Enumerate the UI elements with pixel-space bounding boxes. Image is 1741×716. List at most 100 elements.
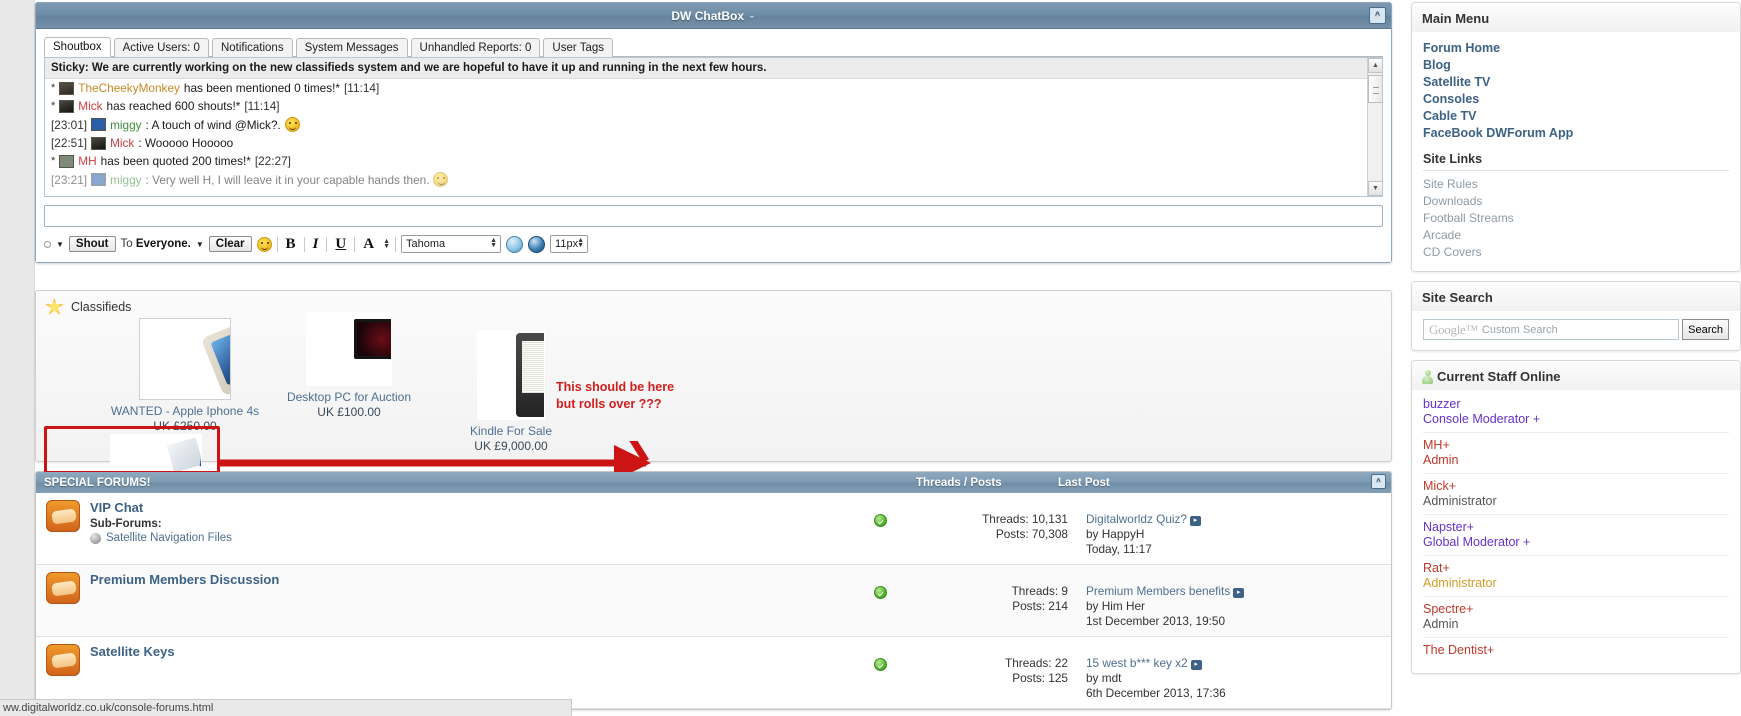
list-item[interactable]: Rat+ Administrator: [1423, 556, 1729, 597]
search-button[interactable]: Search: [1682, 319, 1729, 340]
product-thumbnail[interactable]: [477, 330, 545, 420]
list-item[interactable]: Spectre+ Admin: [1423, 597, 1729, 638]
scrollbar-thumb[interactable]: [1368, 75, 1382, 103]
staff-name[interactable]: MH+: [1423, 438, 1729, 453]
staff-name[interactable]: buzzer: [1423, 397, 1729, 412]
shout-username[interactable]: Mick: [110, 136, 134, 150]
avatar[interactable]: [59, 81, 75, 95]
staff-name[interactable]: Spectre+: [1423, 602, 1729, 617]
goto-last-post-icon[interactable]: ▸: [1233, 588, 1245, 598]
shout-username[interactable]: MH: [78, 154, 96, 168]
shout-username[interactable]: miggy: [110, 173, 141, 187]
staff-role: Administrator: [1423, 494, 1497, 508]
classified-name[interactable]: WANTED - Apple Iphone 4s: [100, 404, 270, 419]
forum-name[interactable]: Satellite Keys: [90, 644, 850, 659]
italic-button[interactable]: I: [310, 236, 322, 253]
sidebar-item-consoles[interactable]: Consoles: [1423, 91, 1729, 108]
sidebar-item-football-streams[interactable]: Football Streams: [1423, 210, 1729, 227]
sidebar-item-facebook-app[interactable]: FaceBook DWForum App: [1423, 125, 1729, 142]
product-thumbnail[interactable]: [306, 312, 392, 386]
tab-system-messages[interactable]: System Messages: [295, 38, 408, 57]
tab-active-users[interactable]: Active Users: 0: [113, 38, 209, 57]
sidebar-item-site-rules[interactable]: Site Rules: [1423, 176, 1729, 193]
status-dot-icon[interactable]: [44, 240, 51, 248]
staff-name[interactable]: Napster+: [1423, 520, 1729, 535]
shout-text: : Wooooo Hooooo: [138, 136, 234, 150]
shout-username[interactable]: Mick: [78, 99, 102, 113]
shout-input[interactable]: [44, 205, 1383, 227]
check-circle-icon: [873, 514, 887, 527]
avatar[interactable]: [59, 99, 75, 113]
list-item[interactable]: Napster+ Global Moderator +: [1423, 515, 1729, 556]
goto-last-post-icon[interactable]: ▸: [1190, 660, 1202, 670]
shout-timestamp: [11:14]: [244, 99, 280, 113]
to-target[interactable]: Everyone.: [136, 238, 191, 250]
sidebar-item-cd-covers[interactable]: CD Covers: [1423, 244, 1729, 261]
tab-notifications[interactable]: Notifications: [211, 38, 293, 57]
shout-username[interactable]: miggy: [110, 118, 141, 132]
tab-unhandled-reports[interactable]: Unhandled Reports: 0: [410, 38, 541, 57]
sidebar-item-forum-home[interactable]: Forum Home: [1423, 40, 1729, 57]
shout-button[interactable]: Shout: [68, 236, 116, 252]
insert-link-icon[interactable]: [506, 235, 524, 253]
list-item[interactable]: buzzer Console Moderator +: [1423, 392, 1729, 433]
insert-media-icon[interactable]: [528, 235, 546, 253]
chevron-down-icon[interactable]: ▼: [56, 240, 64, 249]
list-item[interactable]: The Dentist+: [1423, 638, 1729, 663]
subforum-name[interactable]: Satellite Navigation Files: [106, 532, 232, 544]
last-post-title[interactable]: Digitalworldz Quiz?: [1086, 512, 1187, 526]
subforum-item[interactable]: Satellite Navigation Files: [90, 532, 850, 544]
staff-name[interactable]: Rat+: [1423, 561, 1729, 576]
bold-button[interactable]: B: [283, 236, 299, 253]
font-size-select[interactable]: 11px ▲ ▼: [550, 235, 589, 253]
staff-name[interactable]: Mick+: [1423, 479, 1729, 494]
shout-username[interactable]: TheCheekyMonkey: [78, 81, 180, 95]
avatar[interactable]: [91, 118, 107, 131]
forum-name[interactable]: VIP Chat: [90, 500, 850, 515]
emoticon-icon[interactable]: [256, 236, 272, 252]
forum-name[interactable]: Premium Members Discussion: [90, 572, 850, 587]
chevron-down-icon[interactable]: ▼: [196, 240, 204, 249]
avatar[interactable]: [91, 136, 107, 150]
staff-name[interactable]: The Dentist+: [1423, 643, 1729, 658]
search-input[interactable]: Google™ Custom Search: [1423, 319, 1680, 340]
chevron-down-icon[interactable]: ⌄: [748, 10, 756, 21]
avatar[interactable]: [91, 173, 107, 186]
list-item[interactable]: MH+ Admin: [1423, 433, 1729, 474]
table-row[interactable]: VIP Chat Sub-Forums: Satellite Navigatio…: [36, 493, 1391, 565]
sidebar-item-blog[interactable]: Blog: [1423, 57, 1729, 74]
last-post-title[interactable]: 15 west b*** key x2: [1086, 656, 1188, 670]
sidebar-item-arcade[interactable]: Arcade: [1423, 227, 1729, 244]
underline-button[interactable]: U: [332, 236, 349, 253]
clear-button[interactable]: Clear: [208, 236, 252, 252]
scroll-down-icon[interactable]: ▼: [1368, 181, 1382, 196]
scroll-up-icon[interactable]: ▲: [1368, 58, 1382, 73]
avatar[interactable]: [59, 154, 75, 168]
sidebar-item-satellite-tv[interactable]: Satellite TV: [1423, 74, 1729, 91]
list-item[interactable]: Mick+ Administrator: [1423, 474, 1729, 515]
classified-name[interactable]: Desktop PC for Auction: [264, 390, 434, 405]
text-color-button[interactable]: A: [360, 236, 377, 253]
color-stepper-icon[interactable]: ▲ ▼: [383, 238, 390, 250]
goto-last-post-icon[interactable]: ▸: [1189, 516, 1201, 526]
product-thumbnail[interactable]: [139, 318, 231, 400]
collapse-icon[interactable]: ^: [1369, 7, 1386, 24]
tab-shoutbox[interactable]: Shoutbox: [44, 37, 111, 57]
collapse-icon[interactable]: ^: [1371, 474, 1386, 489]
classified-item[interactable]: Desktop PC for Auction UK £100.00: [264, 312, 434, 420]
font-family-select[interactable]: Tahoma ▲ ▼: [401, 235, 502, 253]
post-count: Posts: 125: [1012, 671, 1068, 685]
thread-count: Threads: 22: [1005, 656, 1068, 670]
last-post-title[interactable]: Premium Members benefits: [1086, 584, 1230, 598]
staff-role: Administrator: [1423, 576, 1497, 590]
stepper-icon[interactable]: ▲ ▼: [577, 237, 584, 249]
classified-name[interactable]: Kindle For Sale: [426, 424, 596, 439]
stepper-icon[interactable]: ▲ ▼: [490, 237, 497, 249]
tab-user-tags[interactable]: User Tags: [543, 38, 613, 57]
sidebar-item-downloads[interactable]: Downloads: [1423, 193, 1729, 210]
shout-message-list[interactable]: Sticky: We are currently working on the …: [44, 57, 1383, 197]
shoutbox-scrollbar[interactable]: ▲ ▼: [1367, 58, 1382, 196]
classified-item[interactable]: WANTED - Apple Iphone 4s UK £250.00: [100, 318, 270, 434]
sidebar-item-cable-tv[interactable]: Cable TV: [1423, 108, 1729, 125]
table-row[interactable]: Premium Members Discussion Threads: 9 Po…: [36, 565, 1391, 637]
